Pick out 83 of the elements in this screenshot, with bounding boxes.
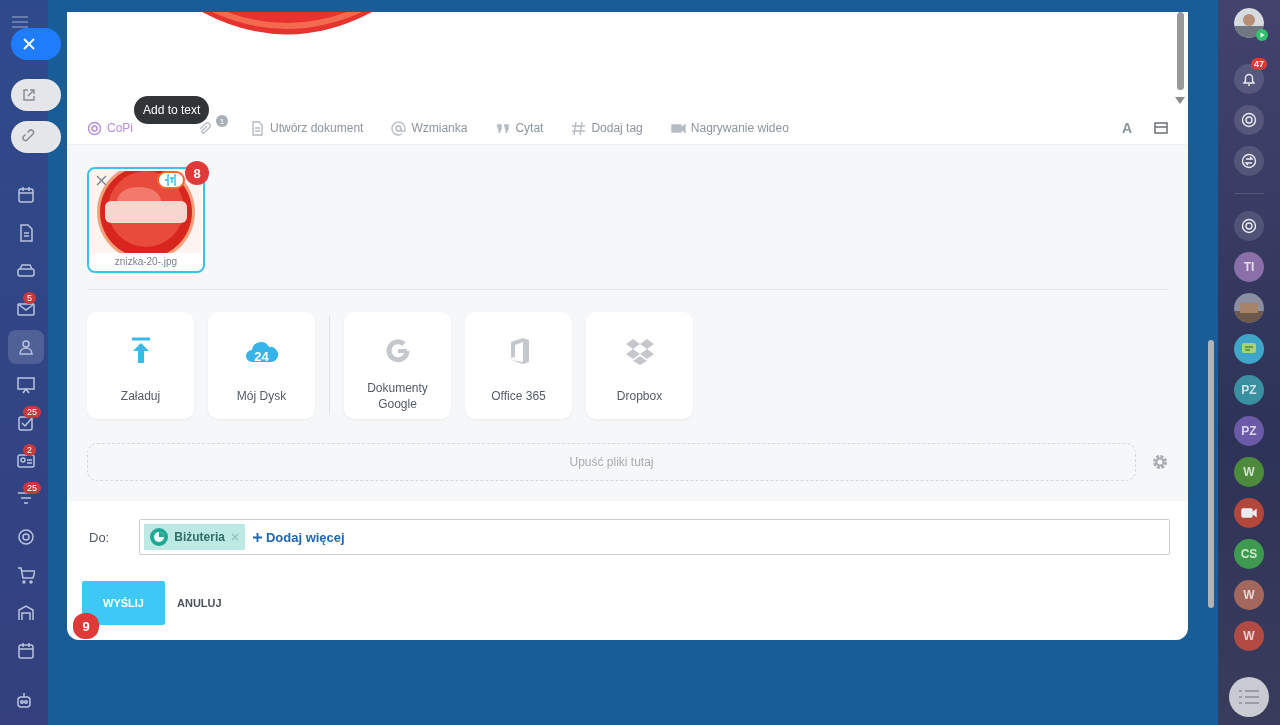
source-tile[interactable]: Załaduj [87, 312, 194, 419]
card-icon [17, 452, 35, 470]
spiral-icon [1241, 112, 1257, 128]
store-icon [17, 604, 35, 622]
chat-icon [1241, 153, 1257, 169]
people-icon [17, 338, 35, 356]
recipient-tag[interactable]: Biżuteria [144, 524, 245, 550]
user-avatar[interactable]: PZ [1234, 416, 1264, 446]
count-badge: 25 [23, 482, 41, 494]
toolbar-item[interactable]: Wzmianka [391, 120, 474, 136]
copilot-button[interactable] [1234, 105, 1264, 135]
file-icon [197, 120, 212, 136]
group-icon [150, 528, 169, 546]
drive-icon [17, 262, 35, 280]
cloud-number: 24 [253, 349, 270, 364]
toolbar-item[interactable]: Cytat [495, 120, 550, 136]
source-tile[interactable]: 24 Mój Dysk [208, 312, 315, 419]
recipients-label: Do: [89, 529, 110, 545]
nav-item[interactable]: 2 [8, 444, 44, 478]
close-icon [23, 38, 35, 50]
remove-icon[interactable] [96, 175, 107, 186]
source-tile[interactable]: Office 365 [465, 312, 572, 419]
user-avatar[interactable]: W [1234, 621, 1264, 651]
tag-icon [571, 120, 587, 136]
panel-icon[interactable] [1154, 122, 1168, 134]
count-badge: 5 [23, 292, 36, 304]
tooltip: Add to text [134, 96, 210, 124]
drop-zone[interactable]: Upuść pliki tutaj [87, 443, 1136, 481]
user-avatar[interactable]: TI [1234, 252, 1264, 282]
source-tile[interactable]: Dokumenty Google [344, 312, 451, 419]
chat-avatar[interactable] [1234, 334, 1264, 364]
mention-icon [391, 120, 407, 136]
cancel-button[interactable]: ANULUJ [165, 597, 234, 609]
robot-icon[interactable] [14, 691, 34, 711]
scrollbar[interactable] [1177, 12, 1184, 90]
document-icon [17, 224, 35, 242]
mail-icon [17, 300, 35, 318]
file-name: znizka-20-.jpg [114, 256, 178, 267]
nav-item[interactable] [8, 330, 44, 364]
user-avatar[interactable]: W [1234, 580, 1264, 610]
user-avatar[interactable]: W [1234, 457, 1264, 487]
spiral-icon [1241, 218, 1257, 234]
add-more-link[interactable]: Dodaj więcej [252, 529, 345, 545]
cart-icon [17, 566, 35, 584]
video-call-avatar[interactable] [1234, 498, 1264, 528]
text-insert-icon [164, 174, 178, 186]
nav-item[interactable]: 25 [8, 406, 44, 440]
copilot-icon [87, 120, 102, 136]
board-icon [17, 376, 35, 394]
scroll-down-icon[interactable] [1175, 97, 1185, 104]
calendar-icon [17, 186, 35, 204]
user-avatar[interactable]: CS [1234, 539, 1264, 569]
camera-icon [1241, 505, 1257, 521]
chat-swap-button[interactable] [1234, 146, 1264, 176]
count-badge: 1 [216, 115, 228, 127]
text-format-button[interactable]: A [1121, 120, 1132, 136]
add-to-text-button[interactable] [157, 171, 185, 189]
count-badge: 25 [23, 406, 41, 418]
nav-item[interactable]: 5 [8, 292, 44, 326]
step-marker: 9 [73, 613, 99, 639]
tasks-icon [17, 414, 35, 432]
play-icon [1256, 29, 1268, 41]
drop-hint: Upuść pliki tutaj [569, 455, 654, 469]
source-tile[interactable]: Dropbox [586, 312, 693, 419]
nav-item[interactable]: 25 [8, 482, 44, 516]
step-marker: 8 [185, 161, 209, 185]
list-icon [1239, 690, 1259, 704]
external-link-icon [22, 88, 36, 102]
document-icon [250, 120, 265, 136]
schedule-icon [17, 642, 35, 660]
plus-icon [252, 532, 262, 542]
toolbar-item[interactable]: Utwórz dokument [250, 120, 370, 136]
menu-button[interactable] [1229, 677, 1269, 717]
count-badge: 47 [1251, 58, 1267, 70]
target-icon [17, 528, 35, 546]
scrollbar[interactable] [1208, 340, 1214, 608]
toolbar-item[interactable]: Nagrywanie wideo [670, 120, 795, 136]
user-avatar[interactable]: PZ [1234, 375, 1264, 405]
bell-icon [1241, 71, 1257, 87]
toolbar-item[interactable]: Dodaj tag [571, 120, 649, 136]
count-badge: 2 [23, 444, 36, 456]
copilot-button[interactable] [1234, 211, 1264, 241]
recipients-field[interactable]: Biżuteria Dodaj więcej [139, 519, 1170, 555]
